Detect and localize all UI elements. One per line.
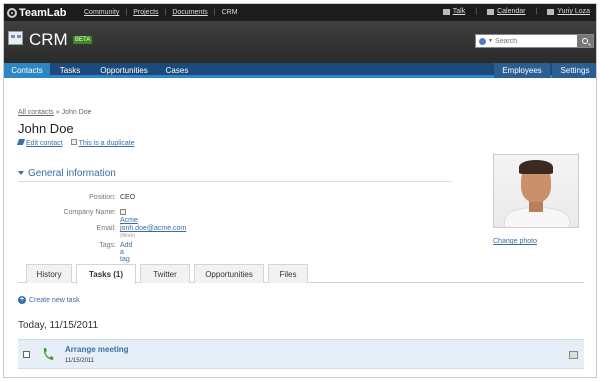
separator: | (213, 9, 216, 16)
logo-text: TeamLab (19, 6, 67, 19)
crm-icon (8, 31, 23, 45)
tags-label: Tags: (99, 242, 116, 249)
logo-icon (7, 7, 17, 18)
company-icon (120, 209, 126, 215)
link-community[interactable]: Community (84, 9, 119, 16)
duplicate-link[interactable]: This is a duplicate (70, 139, 135, 147)
email-link[interactable]: jonh.doe@acme.com (120, 225, 186, 232)
link-crm[interactable]: CRM (222, 9, 238, 16)
top-right-menu: Talk | Calendar | Yuriy Loza (442, 8, 590, 15)
section-general-information[interactable]: General information (18, 168, 452, 182)
contact-tabs: History Tasks (1) Twitter Opportunities … (18, 261, 584, 284)
module-header: CRM BETA ▼ (4, 21, 596, 63)
contact-actions: Edit contact This is a duplicate (16, 139, 135, 147)
calendar-link[interactable]: Calendar (487, 8, 525, 15)
search-icon (582, 38, 588, 44)
teamlab-logo[interactable]: TeamLab (7, 6, 66, 19)
calendar-label: Calendar (497, 8, 526, 15)
chevron-down-icon[interactable]: ▼ (488, 38, 493, 44)
tab-files[interactable]: Files (268, 264, 308, 283)
collapse-icon (18, 171, 24, 176)
tab-tasks[interactable]: Tasks (50, 63, 90, 78)
beta-badge: BETA (73, 36, 93, 44)
globe-icon[interactable] (479, 37, 486, 45)
user-menu[interactable]: Yuriy Loza (547, 8, 590, 15)
company-label: Company Name: (63, 209, 116, 216)
edit-contact-link[interactable]: Edit contact (16, 139, 63, 147)
position-label: Position: (89, 194, 116, 201)
duplicate-label: This is a duplicate (78, 140, 135, 147)
pencil-icon (16, 139, 26, 145)
separator: | (125, 9, 128, 16)
create-task-link[interactable]: + Create new task (18, 296, 80, 304)
duplicate-icon (70, 139, 77, 145)
position-value: CEO (120, 194, 136, 201)
add-tag-label: Add a tag (120, 242, 133, 263)
task-row: Arrange meeting 11/15/2011 (18, 339, 584, 369)
task-date: 11/15/2011 (65, 358, 95, 364)
search-box: ▼ (475, 34, 594, 48)
breadcrumb-all-contacts[interactable]: All contacts (18, 109, 54, 116)
tab-history[interactable]: History (26, 264, 72, 283)
user-name: Yuriy Loza (557, 8, 590, 15)
email-type: (Work) (120, 233, 135, 239)
breadcrumb-current: John Doe (61, 109, 92, 116)
task-contact-icon[interactable] (569, 351, 578, 359)
task-date-header: Today, 11/15/2011 (18, 320, 99, 331)
email-label: Email: (96, 225, 116, 232)
calendar-icon (487, 8, 495, 15)
link-projects[interactable]: Projects (133, 9, 158, 16)
phone-icon (43, 348, 54, 360)
breadcrumb: All contacts » John Doe (18, 109, 92, 116)
company-link[interactable]: Acme (120, 217, 138, 224)
talk-icon (442, 8, 450, 15)
talk-link[interactable]: Talk (442, 8, 466, 15)
breadcrumb-separator: » (55, 109, 60, 116)
separator: | (475, 8, 478, 15)
create-task-label: Create new task (29, 296, 80, 304)
main-nav: Contacts Tasks Opportunities Cases Emplo… (4, 63, 596, 78)
company-value: Acme (120, 209, 138, 224)
app-window: TeamLab Community | Projects | Documents… (3, 3, 597, 378)
separator: | (164, 9, 167, 16)
edit-contact-label: Edit contact (26, 140, 63, 147)
email-value: jonh.doe@acme.com (Work) (120, 225, 186, 239)
tab-employees[interactable]: Employees (494, 63, 550, 78)
change-photo-link[interactable]: Change photo (493, 238, 537, 245)
tab-contacts[interactable]: Contacts (4, 63, 50, 78)
tab-cases[interactable]: Cases (158, 63, 196, 78)
search-button[interactable] (577, 35, 593, 47)
tab-tasks-count[interactable]: Tasks (1) (76, 264, 136, 284)
separator: | (535, 8, 538, 15)
photo-hair (519, 160, 553, 174)
tab-opportunities[interactable]: Opportunities (90, 63, 158, 78)
section-title: General information (28, 168, 116, 179)
top-bar: TeamLab Community | Projects | Documents… (4, 4, 596, 21)
plus-icon: + (18, 296, 26, 304)
tab-opportunities-detail[interactable]: Opportunities (194, 264, 264, 283)
module-title: CRM (29, 30, 68, 49)
top-links: Community | Projects | Documents | CRM (84, 9, 238, 16)
contact-name: John Doe (18, 121, 74, 136)
contact-photo (493, 154, 579, 228)
user-icon (547, 8, 555, 15)
task-checkbox[interactable] (23, 351, 30, 358)
search-input[interactable] (494, 37, 575, 45)
talk-label: Talk (452, 8, 466, 15)
tab-settings[interactable]: Settings (552, 63, 596, 78)
task-title[interactable]: Arrange meeting (65, 345, 129, 354)
tab-twitter[interactable]: Twitter (140, 264, 190, 283)
link-documents[interactable]: Documents (172, 9, 207, 16)
